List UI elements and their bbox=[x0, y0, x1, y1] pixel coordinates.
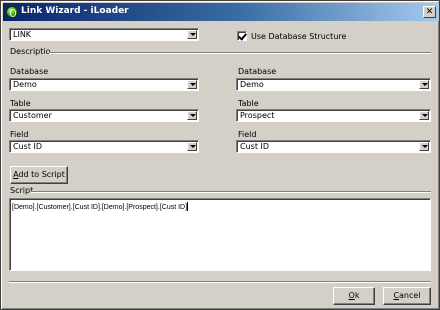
close-button[interactable]: ✕ bbox=[423, 6, 436, 18]
right-field-select[interactable]: Cust ID bbox=[236, 140, 431, 153]
left-database-label: Database bbox=[10, 67, 49, 76]
add-to-script-button[interactable]: Add to Script bbox=[10, 166, 68, 184]
chevron-down-icon[interactable] bbox=[187, 30, 197, 39]
window-title: Link Wizard - iLoader bbox=[21, 6, 129, 16]
left-field-select[interactable]: Cust ID bbox=[9, 140, 199, 153]
left-table-value: Customer bbox=[13, 111, 52, 120]
right-database-select[interactable]: Demo bbox=[236, 78, 431, 91]
right-field-value: Cust ID bbox=[240, 142, 270, 151]
right-field-label: Field bbox=[238, 130, 257, 139]
footer-divider bbox=[9, 281, 431, 283]
script-divider bbox=[31, 191, 431, 193]
right-table-value: Prospect bbox=[240, 111, 275, 120]
use-db-structure-label: Use Database Structure bbox=[251, 32, 347, 41]
chevron-down-icon[interactable] bbox=[419, 80, 429, 89]
chevron-down-icon[interactable] bbox=[187, 111, 197, 120]
chevron-down-icon[interactable] bbox=[187, 80, 197, 89]
cancel-label: ancel bbox=[399, 291, 421, 300]
chevron-down-icon[interactable] bbox=[419, 111, 429, 120]
link-type-select[interactable]: LINK bbox=[9, 28, 199, 41]
left-database-select[interactable]: Demo bbox=[9, 78, 199, 91]
description-divider bbox=[49, 52, 431, 54]
text-caret bbox=[187, 202, 189, 211]
chevron-down-icon[interactable] bbox=[187, 142, 197, 151]
ok-button[interactable]: Ok bbox=[333, 287, 375, 305]
title-bar[interactable]: Link Wizard - iLoader ✕ bbox=[3, 3, 439, 21]
left-database-value: Demo bbox=[13, 80, 37, 89]
link-type-value: LINK bbox=[13, 30, 32, 39]
script-textarea[interactable]: [Demo].[Customer].[Cust ID].[Demo].[Pros… bbox=[9, 198, 431, 271]
left-field-value: Cust ID bbox=[13, 142, 43, 151]
left-table-select[interactable]: Customer bbox=[9, 109, 199, 122]
use-db-structure-checkbox[interactable] bbox=[237, 31, 247, 41]
link-wizard-window: Link Wizard - iLoader ✕ LINK Use Databas… bbox=[0, 0, 440, 310]
right-database-value: Demo bbox=[240, 80, 264, 89]
cancel-button[interactable]: Cancel bbox=[383, 287, 431, 305]
left-table-label: Table bbox=[10, 99, 31, 108]
description-label: Descriptio bbox=[10, 47, 51, 56]
right-database-label: Database bbox=[238, 67, 277, 76]
left-field-label: Field bbox=[10, 130, 29, 139]
script-text: [Demo].[Customer].[Cust ID].[Demo].[Pros… bbox=[12, 204, 188, 211]
ok-label: k bbox=[354, 291, 360, 300]
right-table-label: Table bbox=[238, 99, 259, 108]
chevron-down-icon[interactable] bbox=[419, 142, 429, 151]
right-table-select[interactable]: Prospect bbox=[236, 109, 431, 122]
script-label: Script bbox=[10, 186, 34, 195]
add-to-script-label: dd to Script bbox=[18, 170, 65, 179]
app-icon bbox=[6, 6, 18, 18]
